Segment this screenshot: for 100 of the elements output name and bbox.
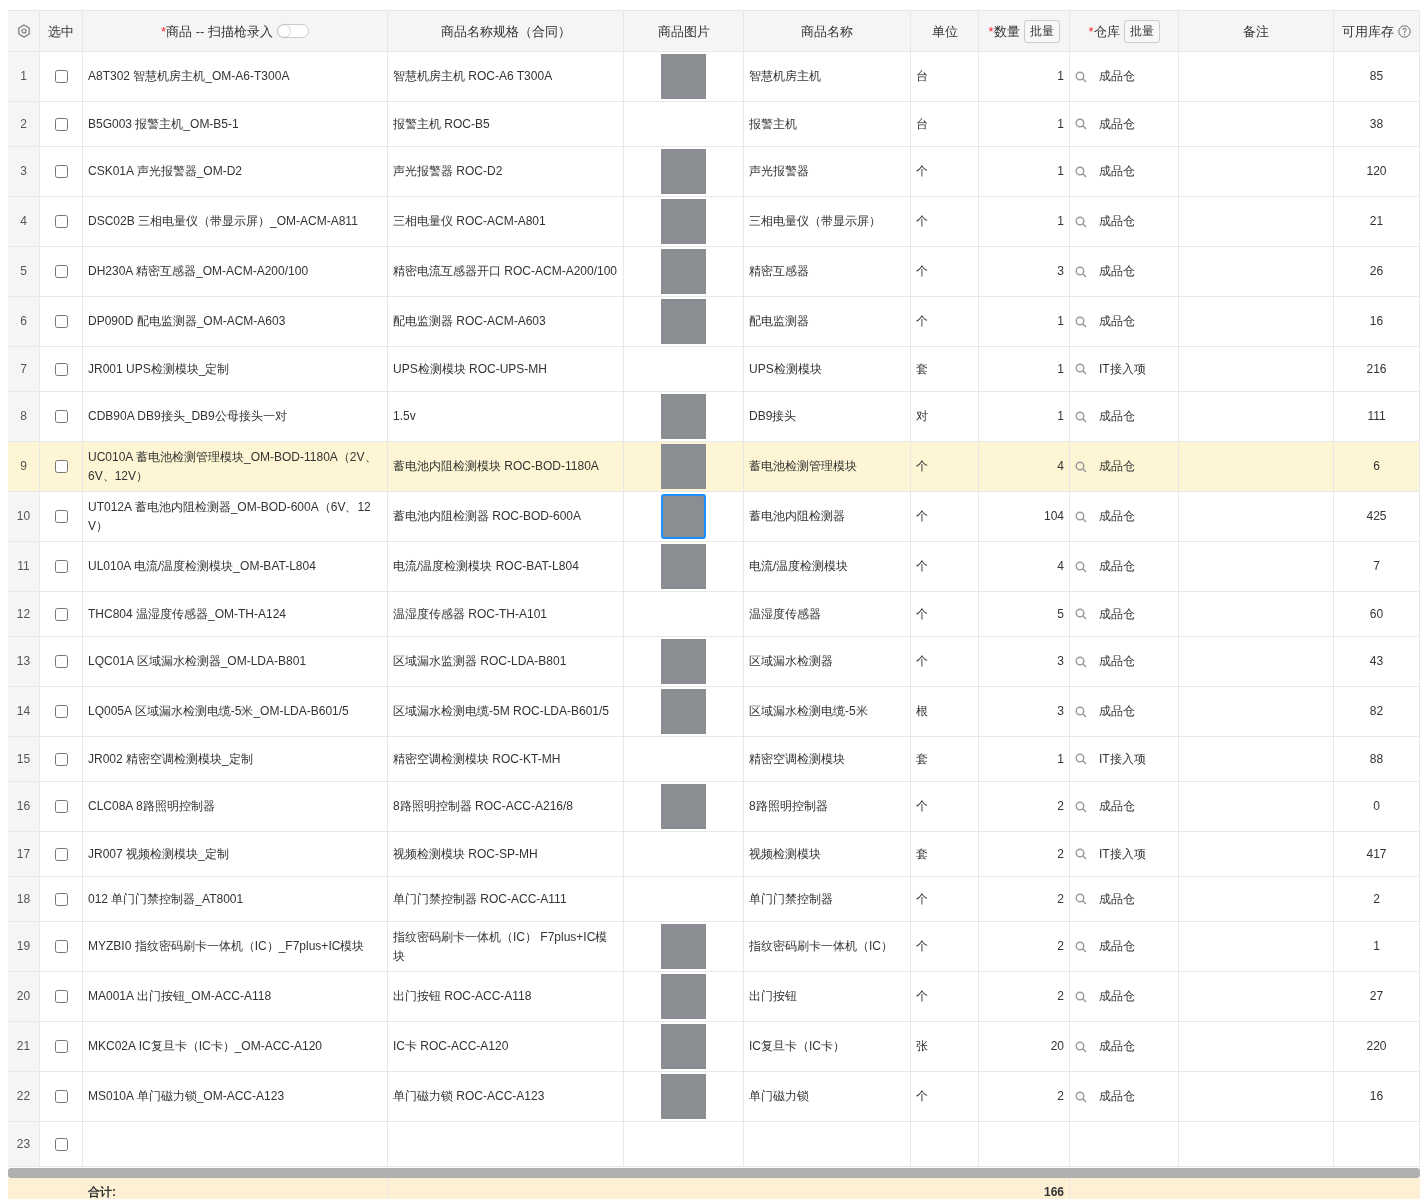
- row-checkbox[interactable]: [54, 800, 68, 813]
- search-icon[interactable]: [1075, 705, 1087, 718]
- product-cell-text: B5G003 报警主机_OM-B5-1: [88, 115, 239, 133]
- spec-cell-text: IC卡 ROC-ACC-A120: [393, 1038, 509, 1055]
- search-icon[interactable]: [1075, 848, 1087, 860]
- search-icon[interactable]: [1075, 410, 1087, 423]
- product-cell-text: MYZBI0 指纹密码刷卡一体机（IC）_F7plus+IC模块: [88, 938, 365, 955]
- warehouse-cell-text: 成品仓: [1099, 703, 1135, 720]
- search-icon[interactable]: [1075, 753, 1087, 765]
- search-icon[interactable]: [1075, 265, 1087, 278]
- row-checkbox[interactable]: [54, 655, 68, 668]
- row-checkbox[interactable]: [54, 560, 68, 573]
- stock-cell-text: 43: [1369, 653, 1384, 670]
- batch-button[interactable]: 批量: [1123, 19, 1160, 43]
- row-checkbox[interactable]: [54, 847, 68, 861]
- search-icon[interactable]: [1075, 165, 1087, 178]
- search-icon[interactable]: [1075, 990, 1087, 1003]
- search-icon[interactable]: [1075, 1040, 1087, 1053]
- search-icon[interactable]: [1075, 460, 1087, 473]
- warehouse-cell-text: 成品仓: [1099, 213, 1135, 230]
- row-checkbox[interactable]: [54, 990, 68, 1003]
- row-number: 1: [20, 68, 27, 85]
- horizontal-scrollbar[interactable]: [8, 1168, 1420, 1178]
- name-cell-text: 三相电量仪（带显示屏）: [749, 213, 881, 230]
- row-number: 4: [20, 213, 27, 230]
- product-cell-text: DSC02B 三相电量仪（带显示屏）_OM-ACM-A811: [88, 213, 358, 230]
- row-checkbox[interactable]: [54, 165, 68, 178]
- stock-cell-text: 2: [1373, 890, 1380, 908]
- search-icon[interactable]: [1075, 560, 1087, 573]
- name-cell-text: 蓄电池内阻检测器: [749, 508, 845, 525]
- quantity-cell-text: 2: [1057, 938, 1064, 955]
- name-cell-text: 视频检测模块: [749, 845, 821, 863]
- scan-toggle[interactable]: [276, 24, 309, 38]
- product-cell-text: CDB90A DB9接头_DB9公母接头一对: [88, 408, 287, 425]
- search-icon[interactable]: [1075, 655, 1087, 668]
- product-cell-text: CLC08A 8路照明控制器: [88, 798, 215, 815]
- row-checkbox[interactable]: [54, 117, 68, 131]
- row-number: 12: [16, 605, 31, 623]
- row-checkbox[interactable]: [54, 510, 68, 523]
- quantity-cell-text: 3: [1057, 703, 1064, 720]
- spec-cell-text: 8路照明控制器 ROC-ACC-A216/8: [393, 798, 574, 815]
- product-cell-text: DP090D 配电监测器_OM-ACM-A603: [88, 313, 286, 330]
- name-cell-text: 蓄电池检测管理模块: [749, 458, 857, 475]
- search-icon[interactable]: [1075, 510, 1087, 523]
- row-checkbox[interactable]: [54, 265, 68, 278]
- row-number: 7: [20, 360, 27, 378]
- row-checkbox[interactable]: [54, 1090, 68, 1103]
- row-checkbox[interactable]: [54, 460, 68, 473]
- row-checkbox[interactable]: [54, 70, 68, 83]
- row-checkbox[interactable]: [54, 752, 68, 766]
- product-cell-text: THC804 温湿度传感器_OM-TH-A124: [88, 605, 287, 623]
- row-checkbox[interactable]: [54, 705, 68, 718]
- stock-cell-text: 216: [1366, 360, 1387, 378]
- product-cell-text: LQC01A 区域漏水检测器_OM-LDA-B801: [88, 653, 307, 670]
- product-cell-text: MS010A 单门磁力锁_OM-ACC-A123: [88, 1088, 285, 1105]
- quantity-cell-text: 2: [1057, 890, 1064, 908]
- name-cell-text: 报警主机: [749, 115, 797, 133]
- search-icon[interactable]: [1075, 608, 1087, 620]
- warehouse-cell-text: 成品仓: [1099, 798, 1135, 815]
- warehouse-cell-text: 成品仓: [1099, 408, 1135, 425]
- search-icon[interactable]: [1075, 940, 1087, 953]
- row-checkbox[interactable]: [54, 892, 68, 906]
- spec-cell-text: 温湿度传感器 ROC-TH-A101: [393, 605, 547, 623]
- product-cell-text: LQ005A 区域漏水检测电缆-5米_OM-LDA-B601/5: [88, 703, 349, 720]
- search-icon[interactable]: [1075, 215, 1087, 228]
- row-checkbox[interactable]: [54, 940, 68, 953]
- row-checkbox[interactable]: [54, 315, 68, 328]
- row-checkbox[interactable]: [54, 1137, 68, 1151]
- search-icon[interactable]: [1075, 363, 1087, 375]
- row-number: 16: [16, 798, 31, 815]
- row-checkbox[interactable]: [54, 607, 68, 621]
- row-checkbox[interactable]: [54, 215, 68, 228]
- stock-cell-text: 16: [1369, 1088, 1384, 1105]
- batch-button[interactable]: 批量: [1023, 19, 1060, 43]
- row-checkbox[interactable]: [54, 1040, 68, 1053]
- name-cell-text: 精密互感器: [749, 263, 809, 280]
- row-number: 23: [16, 1135, 31, 1153]
- warehouse-cell-text: 成品仓: [1099, 1088, 1135, 1105]
- search-icon[interactable]: [1075, 1090, 1087, 1103]
- column-header: *仓库: [1088, 22, 1120, 41]
- spec-cell-text: 精密电流互感器开口 ROC-ACM-A200/100: [393, 263, 618, 280]
- warehouse-cell-text: 成品仓: [1099, 890, 1135, 908]
- search-icon[interactable]: [1075, 315, 1087, 328]
- unit-cell-text: 张: [916, 1038, 928, 1055]
- settings-icon[interactable]: [16, 24, 31, 38]
- unit-cell-text: 个: [916, 890, 928, 908]
- stock-cell-text: 88: [1369, 750, 1384, 768]
- search-icon[interactable]: [1075, 70, 1087, 83]
- row-checkbox[interactable]: [54, 362, 68, 376]
- search-icon[interactable]: [1075, 800, 1087, 813]
- product-cell-text: CSK01A 声光报警器_OM-D2: [88, 163, 243, 180]
- help-icon[interactable]: [1398, 24, 1411, 38]
- product-cell-text: JR002 精密空调检测模块_定制: [88, 750, 253, 768]
- row-checkbox[interactable]: [54, 410, 68, 423]
- stock-cell-text: 85: [1369, 68, 1384, 85]
- search-icon[interactable]: [1075, 118, 1087, 130]
- search-icon[interactable]: [1075, 893, 1087, 905]
- stock-cell-text: 425: [1366, 508, 1387, 525]
- product-cell-text: UL010A 电流/温度检测模块_OM-BAT-L804: [88, 558, 316, 575]
- name-cell-text: UPS检测模块: [749, 360, 822, 378]
